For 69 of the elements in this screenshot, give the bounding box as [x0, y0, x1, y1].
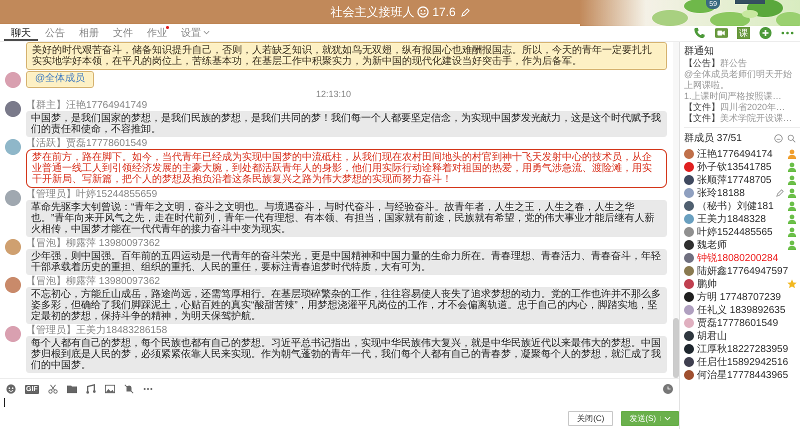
- history-icon[interactable]: [663, 384, 673, 394]
- sender-name: 【冒泡】柳露萍 13980097362: [26, 276, 160, 287]
- avatar: [5, 239, 21, 255]
- sender-name: 【群主】汪艳17764941749: [26, 100, 148, 111]
- member-name[interactable]: 陆妍鑫17764947597: [697, 264, 800, 278]
- manage-icon[interactable]: [774, 134, 783, 142]
- message-bubble: 不忘初心，方能丘山成岳，路途尚远，还需笃厚相行。在基层琐碎繁杂的工作，往往容易使人丧失了追求梦想的动力。党的工作也许并不那么多姿多彩，但确给了我们脚踩泥土，心贴百姓的真实“酸甜苦辣”，用梦想浇灌平凡岗位的工作，才不会偏离轨道。忠于自己的内心，脚踏实地，坚定最初的梦想，保持斗争的精神，为明天保驾护航。: [26, 287, 667, 324]
- member-name[interactable]: 任礼义 1839892635: [697, 303, 800, 317]
- avatar: [5, 139, 21, 155]
- medal-icon: [417, 6, 430, 18]
- scissors-icon[interactable]: [48, 384, 58, 394]
- member-name[interactable]: 何治星17778443965: [697, 368, 800, 382]
- member-name[interactable]: 胡君山: [697, 329, 800, 343]
- mention-bubble: @全体成员: [26, 71, 94, 88]
- member-name[interactable]: （秘书）刘健181: [697, 199, 784, 213]
- rank-text: 17.6: [432, 5, 456, 19]
- emoji-icon[interactable]: [6, 384, 16, 394]
- tab[interactable]: 文件: [106, 24, 140, 41]
- music-icon[interactable]: [86, 384, 96, 394]
- member-name[interactable]: 张顺萍17748705: [697, 173, 784, 187]
- timestamp: 12:13:10: [314, 89, 352, 99]
- phone-icon[interactable]: [693, 26, 706, 38]
- member-name[interactable]: 钟锐18080200284: [697, 251, 800, 265]
- image-icon[interactable]: [104, 384, 115, 394]
- sender-name: 【管理员】叶婷15244855659: [26, 189, 158, 200]
- panel-title: 群通知: [684, 45, 715, 58]
- sender-name: 【活跃】贾磊17778601549: [26, 138, 148, 149]
- avatar: [5, 326, 21, 342]
- avatar: [5, 190, 21, 206]
- notice-tag: 【文件】: [684, 113, 720, 123]
- member-name[interactable]: 江厚秋18227283959: [697, 342, 800, 356]
- notice-tag: 【公告】: [684, 58, 720, 68]
- member-name[interactable]: 张玲18188: [697, 186, 773, 200]
- message-bubble: 少年强，则中国强。百年前的五四运动是一代青年的奋斗荣光，更是中国精神和中国力量的生命力所在。青春理想、青春活力、青春奋斗，年轻干部承载着历史的重担、组织的重托、人民的重任，要标注青春追梦时代特质，大有可为。: [26, 249, 667, 275]
- member-name[interactable]: 叶婷1524485565: [697, 225, 784, 239]
- message-bubble: 革命先驱李大钊曾说：“青年之文明，奋斗之文明也。与境遇奋斗，与时代奋斗，与经验奋斗。故青年者，人生之王，人生之春，人生之华也。”青年向来开风气之先，走在时代前列，青年一代有理想、有本领、有担当，国家就有前途，民族就有希望，党的伟大事业才能后继有人薪火相传，中国梦才能在一代代青年的接力奋斗中变为现实。: [26, 200, 667, 237]
- folder-icon[interactable]: [66, 384, 77, 394]
- avatar: [5, 72, 21, 88]
- tab[interactable]: 作业: [140, 24, 174, 41]
- avatar: [5, 101, 21, 117]
- sender-name: 【管理员】王美力18483286158: [26, 325, 168, 336]
- member-name[interactable]: 魏老师: [697, 238, 784, 252]
- members-title: 群成员 37/51: [684, 132, 742, 145]
- edit-icon[interactable]: [776, 189, 784, 197]
- member-name[interactable]: 贾磊17778601549: [697, 316, 800, 330]
- close-button[interactable]: 关闭(C): [568, 411, 614, 426]
- member-name[interactable]: 王美力1848328: [697, 212, 784, 226]
- tab[interactable]: 公告: [38, 24, 72, 41]
- avatar: [5, 277, 21, 293]
- search-icon[interactable]: [787, 134, 796, 142]
- member-name[interactable]: 任启仕15892942516: [697, 355, 800, 369]
- add-icon[interactable]: [759, 26, 772, 38]
- member-name[interactable]: 方明 17748707239: [697, 290, 800, 304]
- message-bubble: 梦在前方，路在脚下。如今，当代青年已经成为实现中国梦的中流砥柱，从我们现在农村田间地头的村官到神十飞天发射中心的技术员，从企业普通一线工人到引领经济发展的主豪大腕，到处都活跃青年人的身影，他们用实际行动诠释着对祖国的热爱，用勇气涉急流、渡险滩，用实干开新局、写新篇，把个人的梦想及抱负沿着这条民族复兴之路为伟大梦想的实现而努力奋斗！: [26, 149, 667, 188]
- video-call-icon[interactable]: [715, 26, 728, 38]
- group-title: 社会主义接班人: [330, 4, 414, 20]
- notice-tag: 【文件】: [684, 102, 720, 112]
- member-name[interactable]: 鹏帅: [697, 277, 784, 291]
- message-bubble: 美好的时代艰苦奋斗，储备知识提升自己，否则，人若缺乏知识，就犹如鸟无双翅，纵有报国心也难酬报国志。所以，今天的青年一定要扎扎实实地学好本领，在平凡的岗位上，苦练基本功，在基层工作中积聚实力，为新中国的现代化建设当好突击手，作为后备军。: [26, 42, 667, 70]
- message-bubble: 中国梦，是我们国家的梦想，是我们民族的梦想，是我们共同的梦！我们每一个人都要坚定信念，为实现中国梦发光献力，这是这个时代赋予我们的责任和使命，不容推卸。: [26, 111, 667, 137]
- tab[interactable]: 相册: [72, 24, 106, 41]
- tab[interactable]: 设置: [174, 24, 217, 41]
- member-name[interactable]: 孙子钦13541785: [697, 160, 784, 174]
- message-bubble: 每个人都有自己的梦想，每个民族也都有自己的梦想。习近平总书记指出，实现中华民族伟大复兴，就是中华民族近代以来最伟大的梦想。中国梦归根到底是人民的梦，必须紧紧依靠人民来实现。作为朝气蓬勃的青年一代，我们每个人都有自己的青春梦，凝聚每个人的梦想，就汇成了我们的中国梦。: [26, 336, 667, 373]
- member-name[interactable]: 汪艳1776494174: [697, 147, 784, 161]
- bell-off-icon[interactable]: [124, 384, 134, 394]
- scrollbar-thumb[interactable]: [673, 318, 679, 378]
- caret-icon[interactable]: [660, 416, 671, 421]
- sender-name: 【冒泡】柳露萍 13980097362: [26, 238, 160, 249]
